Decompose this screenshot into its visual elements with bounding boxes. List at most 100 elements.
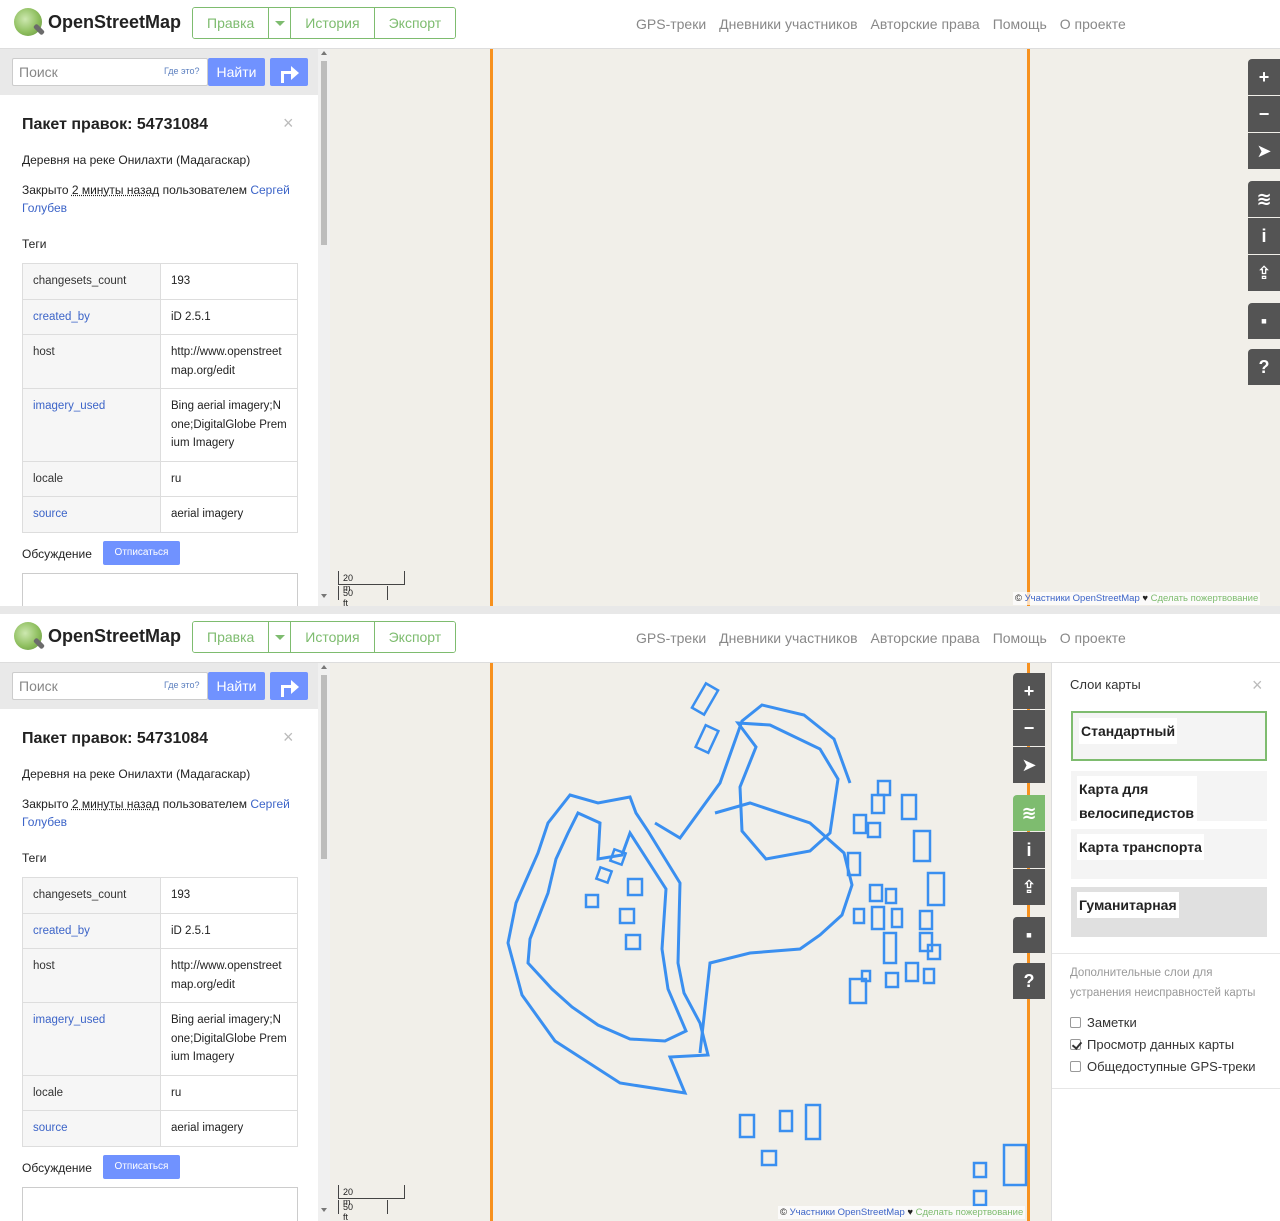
scroll-up-icon[interactable] [321,665,327,669]
closed-mid: пользователем [159,183,251,197]
osm-logo[interactable]: OpenStreetMap [14,622,181,650]
locate-arrow-icon[interactable]: ➤ [1013,747,1045,783]
find-button[interactable]: Найти [208,58,265,86]
changeset-panel: Пакет правок: 54731084 × Деревня на реке… [0,95,318,606]
sidebar-scrollbar[interactable] [318,663,330,1221]
nav-diaries[interactable]: Дневники участников [719,16,857,32]
nav-gps-traces[interactable]: GPS-треки [636,16,706,32]
edit-dropdown-chevron-icon[interactable] [269,8,292,38]
unsubscribe-button[interactable]: Отписаться [103,1155,180,1179]
layers-icon[interactable]: ≋ [1013,795,1045,831]
zoom-in-button[interactable]: + [1248,59,1280,95]
tag-key[interactable]: imagery_used [22,388,161,462]
export-button[interactable]: Экспорт [374,8,456,38]
osm-logo[interactable]: OpenStreetMap [14,8,181,36]
nav-diaries[interactable]: Дневники участников [719,630,857,646]
comment-textarea[interactable] [22,1187,298,1221]
tag-value[interactable]: http://www.openstreetmap.org/edit [160,948,298,1003]
overlay-gps-checkbox[interactable]: Общедоступные GPS-треки [1070,1059,1256,1074]
layers-icon[interactable]: ≋ [1248,181,1280,217]
map-view[interactable]: 20 m 50 ft © Участники OpenStreetMap ♥ С… [330,49,1280,606]
comment-textarea[interactable] [22,573,298,606]
nav-about[interactable]: О проекте [1060,630,1126,646]
checkbox-checked-icon[interactable] [1070,1039,1081,1050]
zoom-in-button[interactable]: + [1013,673,1045,709]
checkbox-icon[interactable] [1070,1061,1081,1072]
layer-cycle[interactable]: Карта для велосипедистов [1071,771,1267,826]
note-icon[interactable]: ▪ [1248,303,1280,339]
tag-key[interactable]: imagery_used [22,1002,161,1076]
tag-key[interactable]: created_by [22,298,161,335]
nav-about[interactable]: О проекте [1060,16,1126,32]
close-icon[interactable]: × [283,727,294,748]
tag-row: imagery_used Bing aerial imagery;None;Dig… [22,388,298,462]
nav-copyright[interactable]: Авторские права [871,630,980,646]
tag-key[interactable]: created_by [22,912,161,949]
edit-dropdown-chevron-icon[interactable] [269,622,292,652]
nav-help[interactable]: Помощь [993,16,1047,32]
directions-icon[interactable] [270,672,308,700]
edit-button[interactable]: Правка [193,622,270,652]
note-icon[interactable]: ▪ [1013,917,1045,953]
tag-key: changesets_count [22,263,161,300]
find-button[interactable]: Найти [208,672,265,700]
directions-icon[interactable] [270,58,308,86]
nav-help[interactable]: Помощь [993,630,1047,646]
close-icon[interactable]: × [283,113,294,134]
closed-info: Закрыто 2 минуты назад пользователем Сер… [22,795,298,831]
layer-standard[interactable]: Стандартный [1071,711,1267,761]
edit-button[interactable]: Правка [193,8,270,38]
map-data-overlay[interactable] [330,663,1051,1221]
tag-value: aerial imagery [160,1110,298,1147]
tag-value: iD 2.5.1 [160,298,298,335]
sidebar-scrollbar[interactable] [318,49,330,606]
layer-humanitarian[interactable]: Гуманитарная [1071,887,1267,937]
history-button[interactable]: История [291,8,375,38]
scroll-down-icon[interactable] [321,594,327,598]
info-icon[interactable]: i [1248,218,1280,254]
changeset-description: Деревня на реке Онилахти (Мадагаскар) [22,153,251,167]
nav-gps-traces[interactable]: GPS-треки [636,630,706,646]
overlay-notes-checkbox[interactable]: Заметки [1070,1015,1137,1030]
overlay-label: Просмотр данных карты [1087,1037,1235,1052]
overlay-data-checkbox[interactable]: Просмотр данных карты [1070,1037,1234,1052]
export-button[interactable]: Экспорт [374,622,456,652]
changeset-description: Деревня на реке Онилахти (Мадагаскар) [22,767,251,781]
close-icon[interactable]: × [1252,675,1263,696]
tag-value: 193 [160,263,298,300]
help-button[interactable]: ? [1013,963,1045,999]
checkbox-icon[interactable] [1070,1017,1081,1028]
scroll-thumb[interactable] [321,675,327,859]
locate-arrow-icon[interactable]: ➤ [1248,133,1280,169]
info-icon[interactable]: i [1013,832,1045,868]
where-is-this-link[interactable]: Где это? [164,680,199,690]
layer-transport[interactable]: Карта транспорта [1071,829,1267,879]
map-view[interactable]: 20 m 50 ft © Участники OpenStreetMap ♥ С… [330,663,1051,1221]
tag-value[interactable]: http://www.openstreetmap.org/edit [160,334,298,389]
tag-key[interactable]: source [22,1110,161,1147]
scroll-down-icon[interactable] [321,1208,327,1212]
contributors-link[interactable]: Участники OpenStreetMap [1025,593,1140,604]
map-attribution: © Участники OpenStreetMap ♥ Сделать поже… [778,1206,1026,1219]
logo-text: OpenStreetMap [48,625,182,646]
share-icon[interactable]: ⇪ [1013,869,1045,905]
site-header: OpenStreetMap Правка История Экспорт GPS… [0,614,1280,663]
scroll-thumb[interactable] [321,61,327,245]
nav-copyright[interactable]: Авторские права [871,16,980,32]
zoom-out-button[interactable]: − [1013,710,1045,746]
donate-link[interactable]: Сделать пожертвование [1151,593,1259,604]
tag-key[interactable]: source [22,496,161,533]
zoom-out-button[interactable]: − [1248,96,1280,132]
where-is-this-link[interactable]: Где это? [164,66,199,76]
heart-icon: ♥ [1142,593,1149,604]
scroll-up-icon[interactable] [321,51,327,55]
contributors-link[interactable]: Участники OpenStreetMap [790,1207,905,1218]
unsubscribe-button[interactable]: Отписаться [103,541,180,565]
tag-row: created_by iD 2.5.1 [22,298,298,335]
share-icon[interactable]: ⇪ [1248,255,1280,291]
help-button[interactable]: ? [1248,349,1280,385]
history-button[interactable]: История [291,622,375,652]
donate-link[interactable]: Сделать пожертвование [916,1207,1024,1218]
search-bar: Поиск Где это? Найти [0,49,318,95]
top-nav: GPS-треки Дневники участников Авторские … [636,630,1139,646]
